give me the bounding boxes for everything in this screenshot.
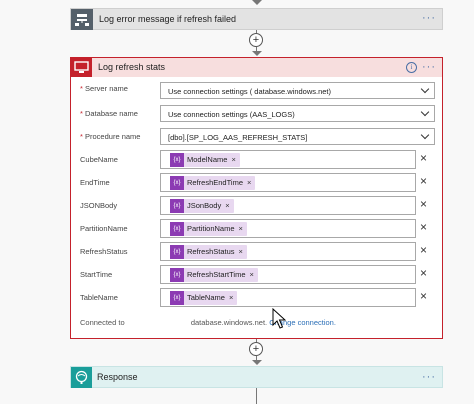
param-field-cubename[interactable]: {x} ModelName × [160,150,416,169]
connector-line [256,388,257,404]
param-label-starttime: StartTime [80,270,113,279]
clear-field-icon[interactable]: × [420,243,427,257]
procedure-name-dropdown[interactable]: [dbo].[SP_LOG_AAS_REFRESH_STATS] [160,128,435,145]
add-step-button[interactable]: + [249,342,263,356]
expression-icon: {x} [170,268,184,282]
param-label-endtime: EndTime [80,178,110,187]
param-label-partitionname: PartitionName [80,224,128,233]
mouse-cursor-icon [272,308,286,329]
expression-icon: {x} [170,291,184,305]
param-field-tablename[interactable]: {x} TableName × [160,288,416,307]
param-field-partitionname[interactable]: {x} PartitionName × [160,219,416,238]
connector-arrow [252,0,262,5]
dynamic-content-token[interactable]: {x} RefreshStatus × [170,245,247,259]
more-options-icon[interactable]: ··· [422,61,436,73]
param-label-jsonbody: JSONBody [80,201,118,210]
action-title: Log error message if refresh failed [99,14,237,24]
dynamic-content-token[interactable]: {x} RefreshEndTime × [170,176,256,190]
clear-field-icon[interactable]: × [420,289,427,303]
action-card-log-error[interactable]: Log error message if refresh failed ··· [70,8,443,30]
remove-token-icon: × [238,224,243,233]
param-field-endtime[interactable]: {x} RefreshEndTime × [160,173,416,192]
remove-token-icon: × [247,178,252,187]
param-field-jsonbody[interactable]: {x} JSonBody × [160,196,416,215]
globe-icon [71,367,92,388]
remove-token-icon: × [228,293,234,302]
clear-field-icon[interactable]: × [420,174,427,188]
expression-icon: {x} [170,245,184,259]
more-options-icon[interactable]: ··· [422,371,436,383]
clear-field-icon[interactable]: × [420,197,427,211]
remove-token-icon: × [225,201,230,210]
sql-action-icon [71,58,92,77]
expression-icon: {x} [170,199,184,213]
clear-field-icon[interactable]: × [420,151,427,165]
connector-arrow [252,360,262,365]
dynamic-content-token[interactable]: {x} TableName × [170,291,238,305]
dynamic-content-token[interactable]: {x} ModelName × [170,153,240,167]
chevron-down-icon [420,107,430,117]
connection-info: Connected to database.windows.net. Chang… [80,318,336,327]
remove-token-icon: × [238,247,243,256]
sql-action-icon [71,9,93,30]
dynamic-content-token[interactable]: {x} JSonBody × [170,199,234,213]
param-label-tablename: TableName [80,293,118,302]
card-title: Log refresh stats [98,62,166,72]
chevron-down-icon [420,130,430,140]
dynamic-content-token[interactable]: {x} RefreshStartTime × [170,268,258,282]
expression-icon: {x} [170,153,184,167]
action-card-response[interactable]: Response ··· [70,366,443,388]
action-card-log-refresh-stats: Log refresh stats i ··· * Server name Us… [70,57,443,339]
chevron-down-icon [420,84,430,94]
server-name-label: * Server name [80,84,128,93]
param-label-cubename: CubeName [80,155,118,164]
dynamic-content-token[interactable]: {x} PartitionName × [170,222,247,236]
server-name-dropdown[interactable]: Use connection settings ( database.windo… [160,82,435,99]
database-name-label: * Database name [80,109,138,118]
more-options-icon[interactable]: ··· [422,12,436,24]
procedure-name-label: * Procedure name [80,132,141,141]
param-field-starttime[interactable]: {x} RefreshStartTime × [160,265,416,284]
info-icon[interactable]: i [406,62,417,73]
clear-field-icon[interactable]: × [420,220,427,234]
param-label-refreshstatus: RefreshStatus [80,247,128,256]
action-title: Response [97,372,138,382]
remove-token-icon: × [231,155,236,164]
card-header[interactable]: Log refresh stats i ··· [71,58,442,77]
remove-token-icon: × [249,270,254,279]
param-field-refreshstatus[interactable]: {x} RefreshStatus × [160,242,416,261]
connector-arrow [252,51,262,56]
expression-icon: {x} [170,176,184,190]
expression-icon: {x} [170,222,184,236]
database-name-dropdown[interactable]: Use connection settings (AAS_LOGS) [160,105,435,122]
clear-field-icon[interactable]: × [420,266,427,280]
add-step-button[interactable]: + [249,33,263,47]
